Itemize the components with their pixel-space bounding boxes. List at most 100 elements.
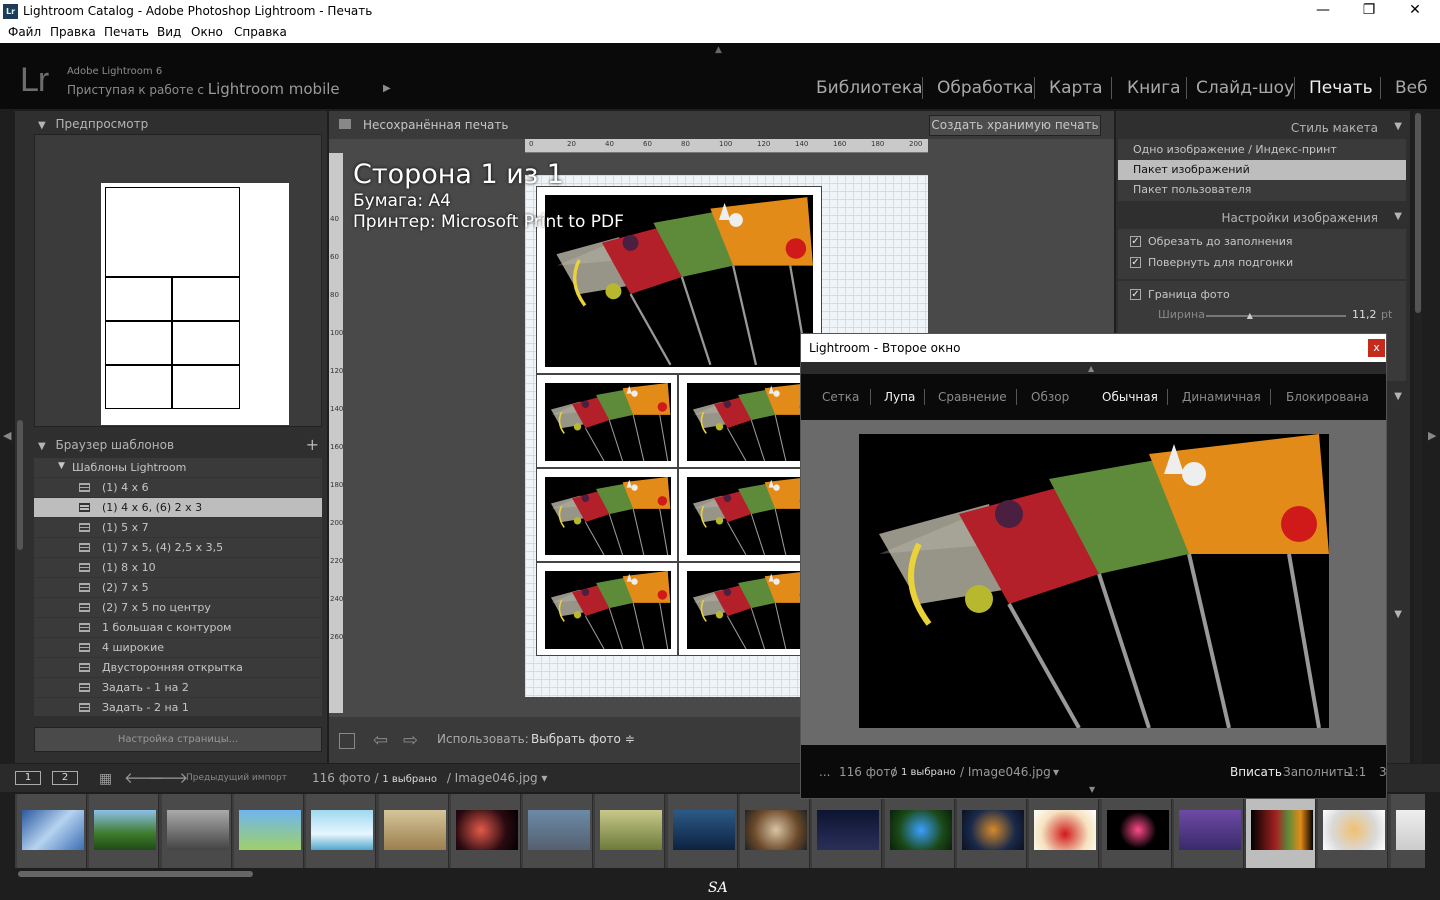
zoom-fit[interactable]: Вписать bbox=[1230, 765, 1282, 779]
template-item[interactable]: (1) 5 x 7 bbox=[34, 518, 322, 538]
use-dropdown[interactable]: Выбрать фото ≑ bbox=[531, 732, 635, 746]
zoom-more[interactable]: 3 bbox=[1379, 765, 1387, 779]
filmstrip-thumbnail[interactable] bbox=[523, 794, 594, 868]
filename-dropdown-icon[interactable]: ▾ bbox=[541, 771, 547, 785]
template-item[interactable]: (2) 7 x 5 по центру bbox=[34, 598, 322, 618]
template-item[interactable]: (1) 4 x 6, (6) 2 x 3 bbox=[34, 498, 322, 518]
forward-arrow-icon[interactable]: 🡒 bbox=[148, 768, 188, 787]
filmstrip-thumbnail[interactable] bbox=[1173, 794, 1244, 868]
collapse-triangle-icon[interactable]: ▼ bbox=[1394, 211, 1402, 222]
grid-view-icon[interactable]: ▦ bbox=[99, 771, 112, 787]
rotate-checkbox[interactable]: ✓ bbox=[1130, 257, 1141, 268]
menu-print[interactable]: Печать bbox=[104, 25, 149, 39]
filmstrip-thumbnail[interactable] bbox=[378, 794, 449, 868]
second-window-close-button[interactable]: x bbox=[1368, 339, 1385, 357]
mode-live[interactable]: Динамичная bbox=[1182, 390, 1261, 404]
filmstrip-thumbnail[interactable] bbox=[1101, 794, 1172, 868]
menu-window[interactable]: Окно bbox=[191, 25, 223, 39]
filmstrip-thumbnail[interactable] bbox=[956, 794, 1027, 868]
filmstrip-thumbnail[interactable] bbox=[1318, 794, 1389, 868]
filmstrip-thumbnail[interactable] bbox=[884, 794, 955, 868]
layout-style-package[interactable]: Пакет изображений bbox=[1118, 160, 1406, 180]
collapse-bottom-icon[interactable]: ▼ bbox=[1089, 785, 1095, 794]
module-print[interactable]: Печать bbox=[1309, 78, 1373, 98]
collapse-right-panel-icon[interactable]: ▶ bbox=[1428, 429, 1436, 442]
photo-border-checkbox[interactable]: ✓ bbox=[1130, 289, 1141, 300]
module-library[interactable]: Библиотека bbox=[816, 78, 923, 98]
filmstrip-thumbnail[interactable] bbox=[450, 794, 521, 868]
layout-cell[interactable] bbox=[536, 562, 678, 656]
template-item[interactable]: Задать - 1 на 2 bbox=[34, 678, 322, 698]
collapse-top-panel-icon[interactable]: ▲ bbox=[715, 45, 722, 55]
previous-page-icon[interactable]: ⇦ bbox=[373, 730, 388, 751]
template-browser-header[interactable]: ▼ Браузер шаблонов + bbox=[38, 435, 323, 460]
play-icon[interactable]: ▶ bbox=[383, 83, 391, 94]
tab-survey[interactable]: Обзор bbox=[1031, 390, 1069, 404]
main-screen-button[interactable]: 1 bbox=[15, 771, 41, 785]
tab-compare[interactable]: Сравнение bbox=[938, 390, 1007, 404]
mode-locked[interactable]: Блокирована bbox=[1286, 390, 1369, 404]
filmstrip-thumbnail[interactable] bbox=[595, 794, 666, 868]
width-value[interactable]: 11,2 bbox=[1352, 308, 1377, 321]
toolbar-checkbox[interactable] bbox=[339, 733, 355, 749]
zoom-fill[interactable]: Заполнить bbox=[1283, 765, 1351, 779]
module-develop[interactable]: Обработка bbox=[937, 78, 1034, 98]
layout-cell[interactable] bbox=[678, 374, 820, 468]
filmstrip-thumbnail[interactable] bbox=[1246, 794, 1317, 868]
collapse-triangle-icon[interactable]: ▼ bbox=[1394, 609, 1402, 620]
template-item[interactable]: Двусторонняя открытка bbox=[34, 658, 322, 678]
filmstrip-thumbnail[interactable] bbox=[740, 794, 810, 868]
filmstrip-thumbnail[interactable] bbox=[306, 794, 377, 868]
mobile-promo[interactable]: Приступая к работе с Lightroom mobile bbox=[67, 80, 340, 98]
filmstrip-thumbnail[interactable] bbox=[89, 794, 160, 868]
menu-view[interactable]: Вид bbox=[157, 25, 181, 39]
module-web[interactable]: Веб bbox=[1395, 78, 1428, 98]
collapse-left-panel-icon[interactable]: ◀ bbox=[3, 429, 11, 442]
filmstrip-thumbnail[interactable] bbox=[161, 794, 232, 868]
footer-dropdown-icon[interactable]: ▾ bbox=[1053, 765, 1059, 779]
width-slider-knob[interactable]: ▲ bbox=[1247, 311, 1253, 320]
template-item[interactable]: (1) 8 x 10 bbox=[34, 558, 322, 578]
loupe-photo[interactable] bbox=[859, 434, 1329, 728]
filmstrip-thumbnail[interactable] bbox=[17, 794, 87, 868]
crop-checkbox[interactable]: ✓ bbox=[1130, 236, 1141, 247]
menu-help[interactable]: Справка bbox=[234, 25, 287, 39]
page-setup-button[interactable]: Настройка страницы... bbox=[34, 727, 322, 752]
template-item[interactable]: 1 большая с контуром bbox=[34, 618, 322, 638]
filmstrip-thumbnail[interactable] bbox=[667, 794, 738, 868]
layout-cell[interactable] bbox=[536, 374, 678, 468]
template-item[interactable]: (2) 7 x 5 bbox=[34, 578, 322, 598]
right-scrollbar[interactable] bbox=[1414, 111, 1422, 763]
layout-cell[interactable] bbox=[678, 468, 820, 562]
width-slider[interactable]: ▲ bbox=[1206, 311, 1346, 320]
module-book[interactable]: Книга bbox=[1127, 78, 1181, 98]
current-filename[interactable]: / Image046.jpg bbox=[447, 771, 538, 785]
maximize-button[interactable]: ❐ bbox=[1346, 2, 1392, 22]
zoom-1to1[interactable]: 1:1 bbox=[1347, 765, 1366, 779]
template-item[interactable]: 4 широкие bbox=[34, 638, 322, 658]
layout-cell[interactable] bbox=[678, 562, 820, 656]
tab-grid[interactable]: Сетка bbox=[822, 390, 859, 404]
filmstrip-scrollbar[interactable] bbox=[15, 868, 1425, 880]
next-page-icon[interactable]: ⇨ bbox=[403, 730, 418, 751]
filmstrip-thumbnail[interactable] bbox=[233, 794, 304, 868]
template-item[interactable]: (1) 7 x 5, (4) 2,5 x 3,5 bbox=[34, 538, 322, 558]
menu-file[interactable]: Файл bbox=[8, 25, 41, 39]
minimize-button[interactable]: — bbox=[1300, 2, 1346, 22]
filmstrip-thumbnail[interactable] bbox=[1390, 794, 1425, 868]
menu-edit[interactable]: Правка bbox=[50, 25, 96, 39]
close-window-button[interactable]: ✕ bbox=[1392, 2, 1438, 22]
layout-style-single[interactable]: Одно изображение / Индекс-принт bbox=[1118, 140, 1406, 160]
second-screen-button[interactable]: 2 bbox=[52, 771, 78, 785]
mode-normal[interactable]: Обычная bbox=[1102, 390, 1158, 404]
template-item[interactable]: Задать - 2 на 1 bbox=[34, 698, 322, 716]
template-folder[interactable]: ▼ Шаблоны Lightroom bbox=[34, 458, 322, 478]
left-scrollbar[interactable] bbox=[17, 420, 23, 550]
collapse-triangle-icon[interactable]: ▼ bbox=[1394, 121, 1402, 132]
filmstrip-thumbnail[interactable] bbox=[812, 794, 883, 868]
filmstrip-scrollbar-thumb[interactable] bbox=[18, 871, 253, 877]
tab-loupe[interactable]: Лупа bbox=[884, 390, 915, 404]
module-slideshow[interactable]: Слайд-шоу bbox=[1196, 78, 1294, 98]
layout-cell[interactable] bbox=[536, 468, 678, 562]
filmstrip-source[interactable]: Предыдущий импорт bbox=[186, 773, 287, 783]
